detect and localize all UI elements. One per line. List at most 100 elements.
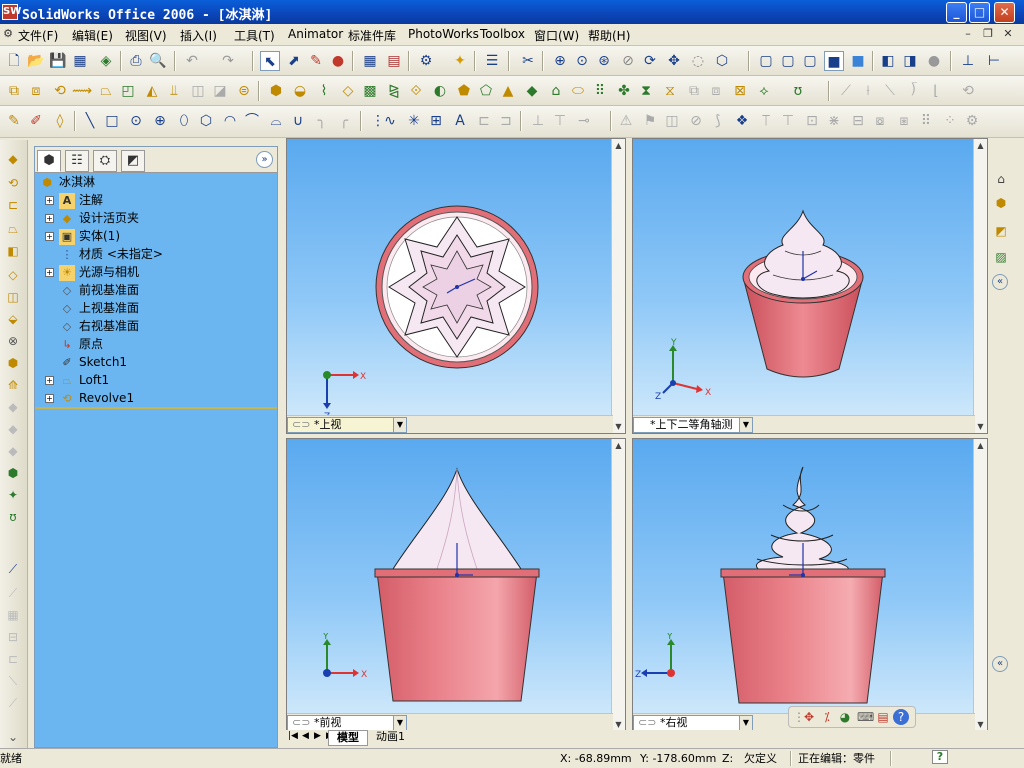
sketch-chamfer-icon[interactable]: ╭ <box>334 111 354 131</box>
wireframe-icon[interactable]: ▢ <box>756 51 776 71</box>
reference-geometry-icon[interactable]: ⟡ <box>754 81 774 101</box>
section-view-icon[interactable]: ◨ <box>900 51 920 71</box>
tree-item-right-plane[interactable]: ◇ 右视基准面 <box>59 317 139 335</box>
spline-icon[interactable]: ∿ <box>380 111 400 131</box>
tree-item-front-plane[interactable]: ◇ 前视基准面 <box>59 281 139 299</box>
shadows-icon[interactable]: ◧ <box>878 51 898 71</box>
cube-icon[interactable]: ⬢ <box>3 354 23 372</box>
viewport-vertical-scrollbar[interactable]: ▲ ▼ <box>973 439 987 731</box>
next-tab-icon[interactable]: ▶ <box>314 731 321 741</box>
fill-pattern-icon[interactable]: ⧉ <box>684 81 704 101</box>
offset-icon[interactable]: ⊏ <box>474 111 494 131</box>
list-icon[interactable]: ☰ <box>482 51 502 71</box>
feature-tree-tab-icon[interactable]: ⬢ <box>37 150 61 172</box>
expand-task-pane-icon[interactable]: « <box>992 274 1008 290</box>
expand-icon[interactable]: + <box>45 376 54 385</box>
instant3d-icon[interactable]: ⟋ <box>3 560 23 578</box>
repair-sketch-icon[interactable]: ⋇ <box>824 111 844 131</box>
boss-icon[interactable]: ⬢ <box>266 81 286 101</box>
trim-icon[interactable]: ⊥ <box>528 111 548 131</box>
pattern-icon[interactable]: ▩ <box>360 81 380 101</box>
doc-close-icon[interactable]: ✕ <box>1000 26 1016 42</box>
draft-icon[interactable]: ◪ <box>210 81 230 101</box>
polygon-icon[interactable]: ⬡ <box>196 111 216 131</box>
curve-icon[interactable]: ⌇ <box>314 81 334 101</box>
scroll-up-icon[interactable]: ▲ <box>612 139 625 152</box>
tree-item-annotations[interactable]: + A 注解 <box>45 191 103 209</box>
menu-help[interactable]: 帮助(H) <box>588 27 630 44</box>
appearances-icon[interactable]: ▨ <box>992 248 1010 266</box>
block-icon[interactable]: ⧇ <box>870 111 890 131</box>
extrude-icon[interactable]: ⧉ <box>4 81 24 101</box>
knit-icon[interactable]: ⊏ <box>3 650 23 668</box>
dropdown-arrow-icon[interactable]: ▼ <box>393 418 406 432</box>
split-icon[interactable]: ◐ <box>430 81 450 101</box>
tree-item-revolve1[interactable]: + ⟲ Revolve1 <box>45 389 134 407</box>
scroll-down-icon[interactable]: ▼ <box>612 420 625 433</box>
graphics-area[interactable]: X Z ▲▼ ⊂⊃ *上视▼ Y X <box>286 138 992 744</box>
sketch-settings-icon[interactable]: ⚙ <box>962 111 982 131</box>
redo-icon[interactable]: ↷ <box>218 51 238 71</box>
curves-icon[interactable]: ʊ <box>788 81 808 101</box>
instant3d-icon[interactable]: ⟋ <box>836 81 856 101</box>
dome-icon[interactable]: ◆ <box>3 420 23 438</box>
design-library-icon[interactable]: ⬢ <box>992 194 1010 212</box>
rectangle-icon[interactable]: □ <box>102 111 122 131</box>
rapid-sketch-icon[interactable]: ⧆ <box>894 111 914 131</box>
viewport-isometric[interactable]: Y X Z ▲ ▼ *上下二等角轴测 ▼ <box>632 138 988 434</box>
keyboard-icon[interactable]: ⌨ <box>857 709 874 725</box>
draft-icon[interactable]: ⬙ <box>3 310 23 328</box>
dimension-icon[interactable]: ⊢ <box>984 51 1004 71</box>
doc-icon[interactable]: ⚙ <box>0 26 16 42</box>
hidden-lines-removed-icon[interactable]: ▢ <box>800 51 820 71</box>
doc-minimize-icon[interactable]: – <box>960 26 976 42</box>
smart-dimension-icon[interactable]: ◊ <box>50 111 70 131</box>
dropdown-arrow-icon[interactable]: ▼ <box>739 716 752 730</box>
copy-entities-icon[interactable]: ⊘ <box>686 111 706 131</box>
sweep-icon[interactable]: ⟿ <box>72 81 92 101</box>
menu-file[interactable]: 文件(F) <box>18 27 58 44</box>
ellipse-icon[interactable]: ⬯ <box>174 111 194 131</box>
zoom-fit-icon[interactable]: ⊕ <box>550 51 570 71</box>
point-icon[interactable]: ✳ <box>404 111 424 131</box>
viewport-vertical-scrollbar[interactable]: ▲ ▼ <box>611 439 625 731</box>
rib-icon[interactable]: ⟰ <box>3 376 23 394</box>
split-icon[interactable]: ⬢ <box>3 464 23 482</box>
expand-icon[interactable]: + <box>45 196 54 205</box>
tangent-arc-icon[interactable]: ⌒ <box>242 111 262 131</box>
sketch-fillet-icon[interactable]: ╮ <box>312 111 332 131</box>
tree-item-origin[interactable]: ↳ 原点 <box>59 335 103 353</box>
line-icon[interactable]: ╲ <box>80 111 100 131</box>
traffic-light-icon[interactable]: ● <box>328 51 348 71</box>
replace-face-icon[interactable]: ⊟ <box>3 628 23 646</box>
sweep-icon[interactable]: ⊏ <box>3 196 23 214</box>
view-orientation-icon[interactable]: ⬡ <box>712 51 732 71</box>
linear-pattern-icon[interactable]: ⠿ <box>590 81 610 101</box>
revolve-icon[interactable]: ⟲ <box>50 81 70 101</box>
maximize-button[interactable]: □ <box>969 2 990 23</box>
menu-animator[interactable]: Animator <box>288 27 343 41</box>
expand-task-pane-bottom-icon[interactable]: « <box>992 656 1008 672</box>
split-entities-icon[interactable]: ⊸ <box>574 111 594 131</box>
help-icon[interactable]: ? <box>932 750 948 764</box>
loft-icon[interactable]: ⏢ <box>3 220 23 238</box>
sketch-relations-icon[interactable]: ⊥ <box>958 51 978 71</box>
feature-works-icon[interactable]: ⟲ <box>958 81 978 101</box>
new-icon[interactable]: 🗋 <box>4 51 24 71</box>
expand-icon[interactable]: + <box>45 394 54 403</box>
menu-insert[interactable]: 插入(I) <box>180 27 217 44</box>
live-section-icon[interactable]: ⟊ <box>858 81 878 101</box>
mirror-entities-icon[interactable]: ⚠ <box>616 111 636 131</box>
circle-perimeter-icon[interactable]: ⊕ <box>150 111 170 131</box>
roll-icon[interactable]: ◌ <box>688 51 708 71</box>
undo-icon[interactable]: ↶ <box>182 51 202 71</box>
zoom-in-icon[interactable]: ⊛ <box>594 51 614 71</box>
scale-entities-icon[interactable]: ⟆ <box>708 111 728 131</box>
flex-icon[interactable]: ◆ <box>522 81 542 101</box>
prev-tab-icon[interactable]: ◀ <box>302 731 309 741</box>
plane-icon[interactable]: ◇ <box>3 266 23 284</box>
move-copy-icon[interactable]: ⟍ <box>880 81 900 101</box>
menu-photoworks[interactable]: PhotoWorks <box>408 27 479 41</box>
tab-animation[interactable]: 动画1 <box>370 730 411 744</box>
flex-icon[interactable]: ◆ <box>3 442 23 460</box>
